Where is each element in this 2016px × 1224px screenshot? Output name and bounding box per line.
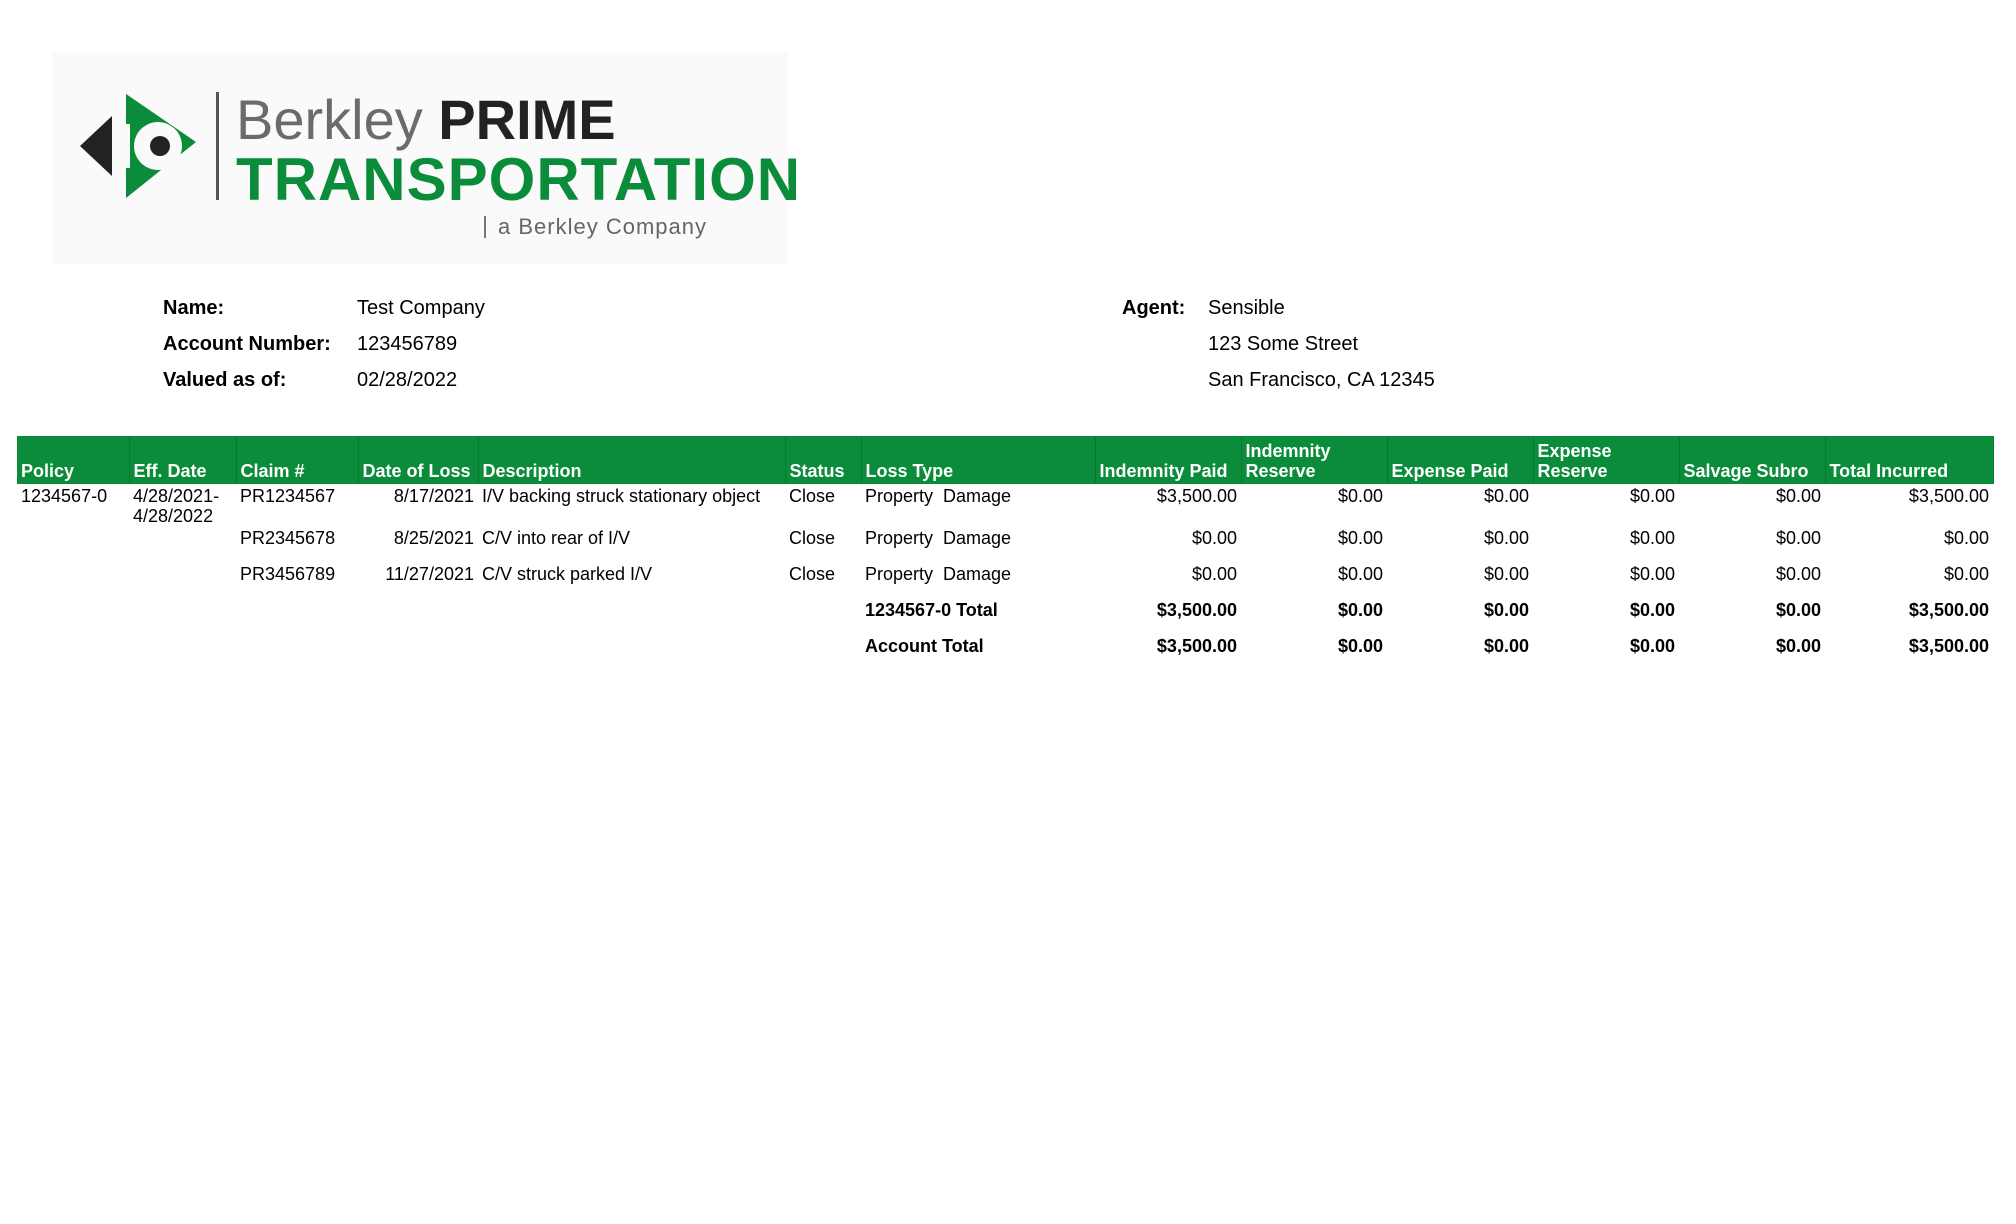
- logo-wordmark-berkley-prime: Berkley PRIME: [236, 88, 616, 151]
- loss-run-table: Policy Eff. Date Claim # Date of Loss De…: [17, 436, 1994, 670]
- account-total-expense-reserve: $0.00: [1629, 636, 1675, 656]
- policy-total-total-incurred: $3,500.00: [1908, 600, 1989, 620]
- policy-total-indemnity-paid: $3,500.00: [1156, 600, 1237, 620]
- logo-wordmark-transportation: TRANSPORTATION: [236, 146, 802, 213]
- account-total-row: Account Total $3,500.00 $0.00 $0.00 $0.0…: [17, 634, 1993, 670]
- cell-date-of-loss: 8/25/2021: [393, 528, 474, 548]
- cell-salvage-subro: $0.00: [1775, 528, 1821, 548]
- cell-status: Close: [789, 486, 836, 506]
- table-row: PR3456789 11/27/2021 C/V struck parked I…: [17, 562, 1993, 598]
- cell-status: Close: [789, 528, 836, 548]
- account-total-indemnity-reserve: $0.00: [1337, 636, 1383, 656]
- account-number-value: 123456789: [357, 333, 458, 355]
- col-header-policy: Policy: [17, 436, 130, 484]
- cell-date-of-loss: 11/27/2021: [385, 564, 474, 584]
- account-total-salvage-subro: $0.00: [1775, 636, 1821, 656]
- table-row: PR2345678 8/25/2021 C/V into rear of I/V…: [17, 526, 1993, 562]
- policy-total-expense-reserve: $0.00: [1629, 600, 1675, 620]
- cell-claim: PR1234567: [240, 486, 336, 506]
- cell-description: I/V backing struck stationary object: [482, 486, 761, 506]
- cell-loss-type: Property Damage: [865, 564, 1012, 584]
- cell-policy: 1234567-0: [21, 486, 108, 506]
- logo-tagline: a Berkley Company: [484, 214, 707, 240]
- table-header-row: Policy Eff. Date Claim # Date of Loss De…: [17, 436, 1994, 484]
- company-logo: Berkley PRIME TRANSPORTATION a Berkley C…: [52, 52, 800, 264]
- cell-date-of-loss: 8/17/2021: [393, 486, 474, 506]
- agent-label: Agent:: [1122, 297, 1186, 319]
- agent-city: San Francisco, CA 12345: [1208, 369, 1435, 391]
- account-number-label: Account Number:: [163, 333, 331, 355]
- agent-info-label: Agent:: [1122, 290, 1185, 326]
- cell-status: Close: [789, 564, 836, 584]
- cell-expense-paid: $0.00: [1483, 564, 1529, 584]
- name-label: Name:: [163, 297, 225, 319]
- cell-claim: PR3456789: [240, 564, 336, 584]
- cell-indemnity-paid: $0.00: [1191, 564, 1237, 584]
- col-header-indemnity-paid: Indemnity Paid: [1095, 436, 1242, 484]
- account-total-expense-paid: $0.00: [1483, 636, 1529, 656]
- cell-indemnity-paid: $3,500.00: [1156, 486, 1237, 506]
- cell-expense-reserve: $0.00: [1629, 564, 1675, 584]
- berkley-diamond-logo-icon: [80, 94, 196, 198]
- cell-total-incurred: $0.00: [1943, 564, 1989, 584]
- col-header-claim: Claim #: [236, 436, 359, 484]
- cell-salvage-subro: $0.00: [1775, 486, 1821, 506]
- cell-indemnity-reserve: $0.00: [1337, 528, 1383, 548]
- name-value: Test Company: [357, 297, 485, 319]
- cell-description: C/V into rear of I/V: [482, 528, 631, 548]
- cell-expense-paid: $0.00: [1483, 528, 1529, 548]
- cell-total-incurred: $3,500.00: [1908, 486, 1989, 506]
- cell-eff-date: [129, 562, 236, 598]
- account-total-total-incurred: $3,500.00: [1908, 636, 1989, 656]
- policy-total-indemnity-reserve: $0.00: [1337, 600, 1383, 620]
- col-header-expense-paid: Expense Paid: [1387, 436, 1534, 484]
- cell-expense-reserve: $0.00: [1629, 528, 1675, 548]
- col-header-loss-type: Loss Type: [861, 436, 1096, 484]
- policy-total-label: 1234567-0 Total: [865, 600, 998, 620]
- cell-loss-type: Property Damage: [865, 486, 1012, 506]
- valued-as-of-value: 02/28/2022: [357, 369, 458, 391]
- cell-description: C/V struck parked I/V: [482, 564, 653, 584]
- cell-policy: [17, 562, 129, 598]
- policy-total-expense-paid: $0.00: [1483, 600, 1529, 620]
- cell-indemnity-reserve: $0.00: [1337, 486, 1383, 506]
- cell-total-incurred: $0.00: [1943, 528, 1989, 548]
- col-header-salvage-subro: Salvage Subro: [1679, 436, 1826, 484]
- cell-expense-paid: $0.00: [1483, 486, 1529, 506]
- agent-info-values: Sensible 123 Some Street San Francisco, …: [1208, 290, 1435, 398]
- cell-claim: PR2345678: [240, 528, 336, 548]
- col-header-description: Description: [478, 436, 786, 484]
- account-info-values: Test Company 123456789 02/28/2022: [357, 290, 485, 398]
- col-header-indemnity-reserve: Indemnity Reserve: [1241, 436, 1388, 484]
- account-total-indemnity-paid: $3,500.00: [1156, 636, 1237, 656]
- cell-expense-reserve: $0.00: [1629, 486, 1675, 506]
- policy-total-row: 1234567-0 Total $3,500.00 $0.00 $0.00 $0…: [17, 598, 1993, 634]
- policy-total-salvage-subro: $0.00: [1775, 600, 1821, 620]
- col-header-eff-date: Eff. Date: [129, 436, 237, 484]
- cell-indemnity-reserve: $0.00: [1337, 564, 1383, 584]
- account-total-label: Account Total: [865, 636, 984, 656]
- logo-divider: [216, 92, 219, 200]
- col-header-status: Status: [785, 436, 862, 484]
- cell-eff-date: [129, 526, 236, 562]
- cell-salvage-subro: $0.00: [1775, 564, 1821, 584]
- agent-street: 123 Some Street: [1208, 333, 1359, 355]
- col-header-expense-reserve: Expense Reserve: [1533, 436, 1680, 484]
- account-info-labels: Name: Account Number: Valued as of:: [163, 290, 331, 398]
- cell-policy: [17, 526, 129, 562]
- agent-name: Sensible: [1208, 297, 1285, 319]
- cell-indemnity-paid: $0.00: [1191, 528, 1237, 548]
- cell-loss-type: Property Damage: [865, 528, 1012, 548]
- cell-eff-date: 4/28/2021-4/28/2022: [133, 486, 220, 526]
- col-header-date-of-loss: Date of Loss: [358, 436, 479, 484]
- valued-as-of-label: Valued as of:: [163, 369, 287, 391]
- col-header-total-incurred: Total Incurred: [1825, 436, 1994, 484]
- table-row: 1234567-0 4/28/2021-4/28/2022 PR1234567 …: [17, 484, 1993, 526]
